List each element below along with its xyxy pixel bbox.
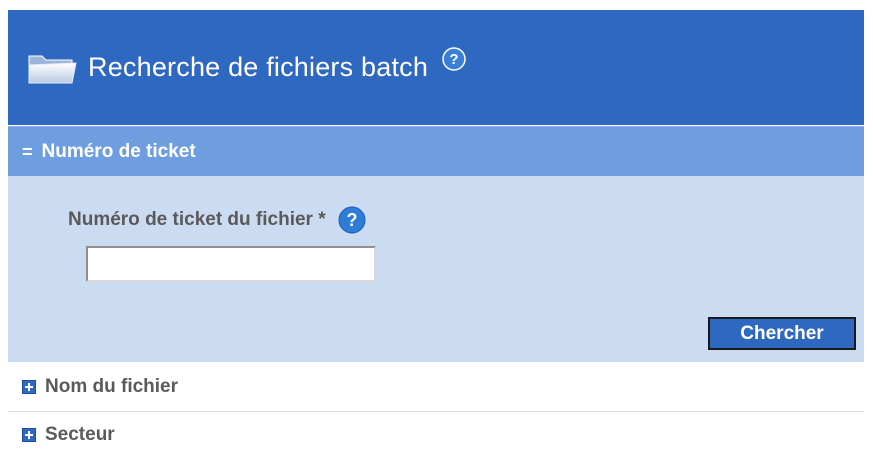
section-header-label: Numéro de ticket — [41, 140, 196, 162]
ticket-number-label-text: Numéro de ticket du fichier * — [68, 209, 326, 230]
help-icon[interactable]: ? — [442, 46, 466, 71]
page-title: Recherche de fichiers batch — [88, 52, 429, 82]
search-button[interactable]: Chercher — [708, 317, 856, 350]
section-header-label: Nom du fichier — [45, 375, 179, 397]
ticket-number-label: Numéro de ticket du fichier * ? — [68, 206, 366, 234]
plus-icon — [22, 379, 36, 394]
svg-text:?: ? — [346, 210, 357, 230]
section-header-label: Secteur — [45, 424, 115, 445]
folder-icon — [28, 55, 77, 83]
section-header-sector[interactable]: Secteur — [8, 413, 864, 457]
title-bar: Recherche de fichiers batch ? — [8, 10, 864, 125]
collapse-icon: = — [22, 141, 33, 162]
section-header-file-name[interactable]: Nom du fichier — [8, 362, 864, 412]
svg-text:?: ? — [450, 51, 459, 68]
batch-search-panel: Recherche de fichiers batch ? = Numéro d… — [0, 0, 873, 457]
section-body-ticket-number: Numéro de ticket du fichier * ? Chercher — [8, 176, 864, 362]
ticket-number-input[interactable] — [86, 246, 376, 282]
section-header-ticket-number[interactable]: = Numéro de ticket — [8, 126, 864, 176]
help-icon[interactable]: ? — [338, 206, 366, 234]
plus-icon — [22, 428, 36, 442]
